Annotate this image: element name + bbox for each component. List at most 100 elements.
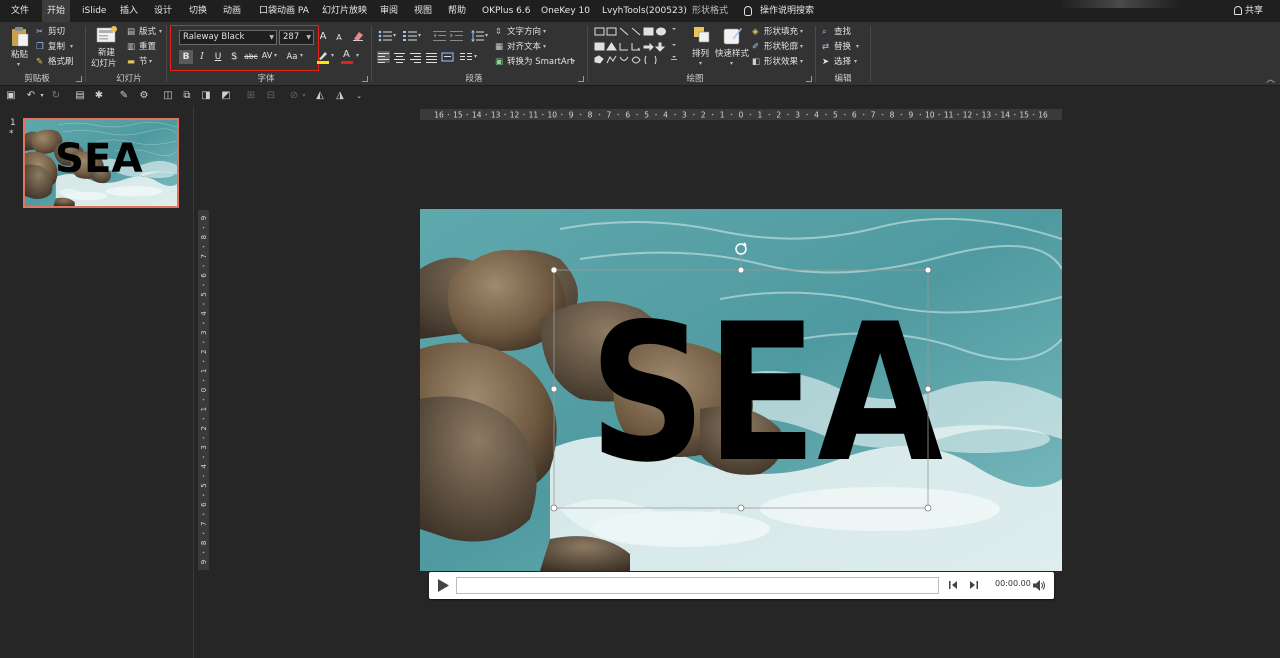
increase-indent-icon[interactable] [450, 30, 463, 42]
align-left-button[interactable] [377, 51, 390, 63]
distributed-icon[interactable] [441, 51, 454, 63]
chevron-down-icon[interactable]: ▾ [36, 90, 48, 102]
quick-styles-button[interactable]: 快速样式 ▾ [715, 26, 751, 70]
skip-back-icon[interactable] [948, 580, 958, 590]
distribute-objects-icon[interactable]: ⊟ [265, 90, 277, 102]
tab-islide[interactable]: iSlide [82, 0, 106, 22]
ruler-tick-mark [202, 245, 205, 248]
paste-button[interactable]: 粘贴 ▾ [9, 26, 31, 68]
tab-file[interactable]: 文件 [11, 0, 29, 22]
arrange-button[interactable]: 排列 ▾ [691, 26, 713, 70]
media-progress-track[interactable] [456, 577, 939, 594]
flip-vertical-icon[interactable]: ◮ [334, 90, 346, 102]
skip-forward-icon[interactable] [969, 580, 979, 590]
align-center-icon[interactable] [393, 51, 406, 63]
smartart-icon: ▣ [495, 57, 504, 67]
ruler-tick-mark [844, 113, 846, 116]
align-objects-icon[interactable]: ⊞ [245, 90, 257, 102]
group-objects-icon[interactable]: ⧉ [181, 90, 193, 102]
decrease-indent-icon[interactable] [433, 30, 446, 42]
ruler-tick-label: 14 [1000, 111, 1010, 120]
ruler-tick-mark [957, 113, 959, 116]
slide-thumbnail[interactable]: SEA [23, 118, 179, 208]
tab-design[interactable]: 设计 [154, 0, 172, 22]
tab-insert[interactable]: 插入 [120, 0, 138, 22]
dialog-launcher-icon[interactable] [76, 76, 82, 82]
textbox-icon[interactable]: ▤ [74, 90, 86, 102]
vertical-ruler[interactable]: 9 8 7 6 5 4 3 2 1 0 1 2 3 4 5 6 7 8 9 [198, 210, 209, 570]
underline-button[interactable]: U [211, 50, 225, 64]
line-spacing-icon[interactable] [471, 30, 484, 42]
horizontal-ruler[interactable]: 16 15 14 13 12 11 10 9 8 7 6 5 4 3 2 1 0 1 2 3 4 5 6 7 8 9 10 11 12 1… [420, 109, 1062, 120]
ruler-tick-mark [862, 113, 865, 116]
collapse-ribbon-icon[interactable]: ︿ [1266, 74, 1275, 86]
ruler-tick-label: 2 [200, 350, 208, 354]
clear-formatting-icon[interactable] [352, 30, 364, 42]
tab-animations[interactable]: 动画 [223, 0, 241, 22]
shapes-gallery[interactable] [593, 26, 685, 70]
text-shadow-button[interactable]: S [227, 50, 241, 64]
bold-button[interactable]: B [179, 50, 193, 64]
tab-lvyhtools[interactable]: LvyhTools(200523) [602, 0, 687, 22]
columns-icon[interactable] [460, 51, 473, 63]
font-name-combobox[interactable]: Raleway Black ▼ [179, 30, 277, 45]
redo-icon[interactable]: ↻ [50, 90, 62, 102]
save-icon[interactable]: ▣ [5, 90, 17, 102]
chevron-down-icon: ▾ [17, 61, 21, 68]
new-slide-button[interactable]: 新建 幻灯片 [90, 26, 124, 70]
ruler-tick-label: 0 [739, 111, 744, 120]
highlighter-icon[interactable] [316, 50, 330, 64]
share-button[interactable]: 共享 [1234, 0, 1263, 22]
slide-canvas[interactable]: SEA [420, 209, 1062, 571]
justify-icon[interactable] [425, 51, 438, 63]
gear-icon[interactable]: ⚙ [138, 90, 150, 102]
dialog-launcher-icon[interactable] [578, 76, 584, 82]
character-spacing-button[interactable]: AV [260, 49, 274, 63]
numbering-icon[interactable] [403, 30, 417, 42]
italic-button[interactable]: I [195, 50, 209, 64]
send-backward-icon[interactable]: ◨ [200, 90, 212, 102]
format-brush-icon[interactable]: ✎ [118, 90, 130, 102]
tab-okplus[interactable]: OKPlus 6.6 [482, 0, 530, 22]
ruler-tick-mark [466, 113, 469, 116]
sea-title-text[interactable]: SEA [589, 283, 943, 504]
chevron-down-icon: ▾ [274, 52, 278, 59]
dialog-launcher-icon[interactable] [362, 76, 368, 82]
copy-label: 复制 [48, 42, 66, 52]
tab-home[interactable]: 开始 [42, 0, 70, 22]
dialog-launcher-icon[interactable] [806, 76, 812, 82]
chevron-down-icon: ▾ [854, 58, 858, 65]
bullets-icon[interactable] [378, 30, 392, 42]
tab-shape-format[interactable]: 形状格式 [692, 0, 728, 22]
align-right-icon[interactable] [409, 51, 422, 63]
tab-view[interactable]: 视图 [414, 0, 432, 22]
tab-pocket-animation[interactable]: 口袋动画 PA [259, 0, 309, 22]
volume-icon[interactable] [1033, 580, 1045, 591]
align-text-icon: ▦ [495, 42, 504, 52]
font-color-button[interactable]: A [340, 49, 354, 65]
decrease-font-size-button[interactable]: A [332, 31, 346, 45]
ruler-tick-label: 8 [200, 235, 208, 239]
tab-slideshow[interactable]: 幻灯片放映 [322, 0, 367, 22]
ruler-tick-label: 6 [852, 111, 857, 120]
change-case-button[interactable]: Aa [284, 50, 300, 64]
font-size-combobox[interactable]: 287 ▼ [279, 30, 314, 45]
tab-onekey[interactable]: OneKey 10 [541, 0, 590, 22]
chevron-down-icon[interactable]: ▾ [298, 90, 310, 102]
customize-toolbar-icon[interactable]: ⌄ [353, 90, 365, 102]
font-size-value: 287 [283, 32, 300, 42]
ruler-tick-label: 9 [200, 560, 208, 564]
flip-horizontal-icon[interactable]: ◭ [314, 90, 326, 102]
align-text-label: 对齐文本 [507, 42, 542, 52]
strikethrough-button[interactable]: abc [243, 50, 259, 64]
islide-icon[interactable]: ✱ [93, 90, 105, 102]
tell-me-search[interactable]: 操作说明搜索 [744, 0, 814, 22]
ruler-tick-label: 5 [833, 111, 838, 120]
play-icon[interactable] [437, 579, 449, 592]
tab-review[interactable]: 审阅 [380, 0, 398, 22]
tab-transitions[interactable]: 切换 [189, 0, 207, 22]
increase-font-size-button[interactable]: A [316, 30, 330, 44]
bring-forward-icon[interactable]: ◫ [162, 90, 174, 102]
tab-help[interactable]: 帮助 [448, 0, 466, 22]
send-to-back-icon[interactable]: ◩ [220, 90, 232, 102]
